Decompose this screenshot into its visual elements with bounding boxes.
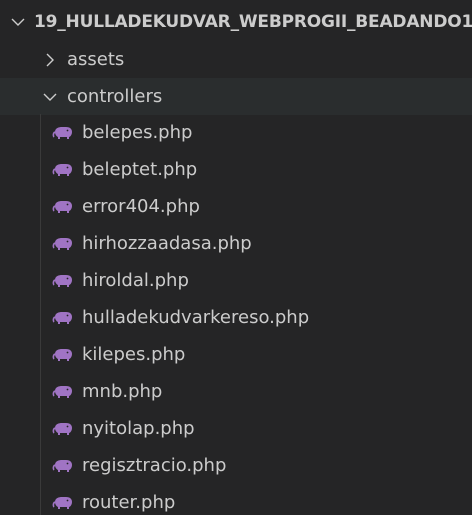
php-elephant-icon bbox=[52, 274, 72, 287]
file-item[interactable]: hiroldal.php bbox=[0, 262, 472, 299]
explorer-root-folder[interactable]: 19_HULLADEKUDVAR_WEBPROGII_BEADANDO1 bbox=[0, 3, 472, 41]
file-item[interactable]: hulladekudvarkereso.php bbox=[0, 299, 472, 336]
file-label: hiroldal.php bbox=[82, 270, 189, 291]
php-elephant-icon bbox=[52, 126, 72, 139]
file-label: belepes.php bbox=[82, 122, 193, 143]
php-elephant-icon bbox=[52, 496, 72, 509]
file-label: hirhozzaadasa.php bbox=[82, 233, 252, 254]
file-label: regisztracio.php bbox=[82, 455, 227, 476]
file-item[interactable]: nyitolap.php bbox=[0, 410, 472, 447]
php-elephant-icon bbox=[52, 200, 72, 213]
file-explorer: 19_HULLADEKUDVAR_WEBPROGII_BEADANDO1 ass… bbox=[0, 0, 472, 515]
file-item[interactable]: error404.php bbox=[0, 188, 472, 225]
folder-assets[interactable]: assets bbox=[0, 41, 472, 78]
file-item[interactable]: router.php bbox=[0, 484, 472, 515]
folder-label: controllers bbox=[67, 86, 163, 107]
file-label: router.php bbox=[82, 492, 176, 513]
file-label: beleptet.php bbox=[82, 159, 198, 180]
chevron-down-icon[interactable] bbox=[42, 89, 58, 105]
file-label: mnb.php bbox=[82, 381, 163, 402]
php-elephant-icon bbox=[52, 459, 72, 472]
php-elephant-icon bbox=[52, 311, 72, 324]
php-elephant-icon bbox=[52, 385, 72, 398]
php-elephant-icon bbox=[52, 422, 72, 435]
chevron-right-icon[interactable] bbox=[42, 52, 58, 68]
file-item[interactable]: belepes.php bbox=[0, 114, 472, 151]
file-label: error404.php bbox=[82, 196, 200, 217]
chevron-down-icon[interactable] bbox=[10, 14, 26, 30]
file-item[interactable]: mnb.php bbox=[0, 373, 472, 410]
file-label: kilepes.php bbox=[82, 344, 186, 365]
file-item[interactable]: hirhozzaadasa.php bbox=[0, 225, 472, 262]
folder-label: assets bbox=[67, 49, 125, 70]
php-elephant-icon bbox=[52, 348, 72, 361]
file-item[interactable]: kilepes.php bbox=[0, 336, 472, 373]
file-item[interactable]: beleptet.php bbox=[0, 151, 472, 188]
php-elephant-icon bbox=[52, 237, 72, 250]
php-elephant-icon bbox=[52, 163, 72, 176]
root-folder-label: 19_HULLADEKUDVAR_WEBPROGII_BEADANDO1 bbox=[34, 12, 472, 32]
file-item[interactable]: regisztracio.php bbox=[0, 447, 472, 484]
file-label: hulladekudvarkereso.php bbox=[82, 307, 310, 328]
file-label: nyitolap.php bbox=[82, 418, 195, 439]
folder-controllers[interactable]: controllers bbox=[0, 78, 472, 115]
